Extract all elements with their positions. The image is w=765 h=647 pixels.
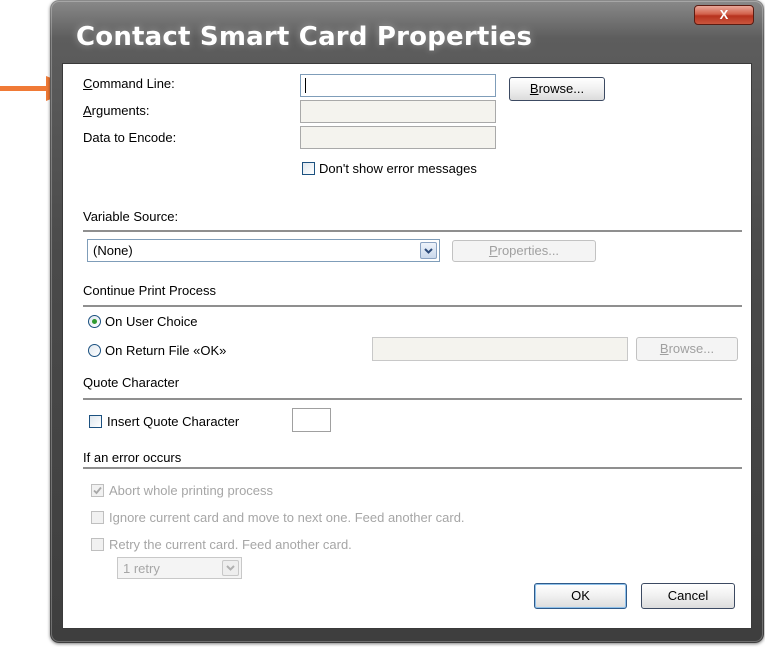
separator-line (83, 230, 742, 232)
checkmark-icon (93, 486, 102, 495)
data-to-encode-label: Data to Encode: (83, 130, 177, 145)
separator-line (83, 398, 742, 400)
dont-show-errors-label: Don't show error messages (319, 161, 477, 176)
variable-source-value: (None) (93, 243, 133, 258)
command-line-input[interactable] (300, 74, 496, 97)
abort-printing-label: Abort whole printing process (109, 483, 274, 498)
on-user-choice-radio[interactable] (88, 315, 101, 328)
retry-card-checkbox[interactable] (91, 538, 104, 551)
close-button[interactable]: X (694, 5, 754, 25)
insert-quote-label: Insert Quote Character (107, 414, 240, 429)
separator-line (83, 467, 742, 469)
variable-source-dropdown[interactable]: (None) (87, 239, 440, 262)
separator-line (83, 305, 742, 307)
command-browse-button[interactable]: Browse... (509, 77, 605, 101)
dropdown-arrow[interactable] (222, 560, 239, 576)
abort-printing-checkbox[interactable] (91, 484, 104, 497)
variable-properties-button[interactable]: Properties... (452, 240, 596, 262)
chevron-down-icon (226, 565, 235, 571)
dropdown-arrow[interactable] (420, 242, 437, 259)
return-file-input[interactable] (372, 337, 628, 361)
return-file-browse-button[interactable]: Browse... (636, 337, 738, 361)
insert-quote-checkbox[interactable] (89, 415, 102, 428)
arguments-label: Arguments: (83, 103, 150, 118)
retry-count-dropdown[interactable]: 1 retry (117, 557, 242, 579)
on-user-choice-label: On User Choice (105, 314, 198, 329)
window-title: Contact Smart Card Properties (76, 22, 533, 52)
data-to-encode-input[interactable] (300, 126, 496, 149)
error-heading: If an error occurs (83, 450, 182, 465)
text-caret (305, 78, 306, 93)
close-icon: X (719, 7, 729, 22)
cancel-button[interactable]: Cancel (641, 583, 735, 609)
retry-card-label: Retry the current card. Feed another car… (109, 537, 352, 552)
quote-character-heading: Quote Character (83, 375, 180, 390)
arguments-input[interactable] (300, 100, 496, 123)
quote-character-input[interactable] (292, 408, 331, 432)
command-line-label: Command Line: (83, 76, 175, 91)
variable-source-heading: Variable Source: (83, 209, 179, 224)
ignore-card-checkbox[interactable] (91, 511, 104, 524)
chevron-down-icon (424, 248, 433, 254)
continue-print-heading: Continue Print Process (83, 283, 216, 298)
ok-button[interactable]: OK (534, 583, 627, 609)
dont-show-errors-checkbox[interactable] (302, 162, 315, 175)
on-return-file-label: On Return File «OK» (105, 343, 227, 358)
retry-count-value: 1 retry (123, 561, 160, 576)
ignore-card-label: Ignore current card and move to next one… (109, 510, 465, 525)
on-return-file-radio[interactable] (88, 344, 101, 357)
